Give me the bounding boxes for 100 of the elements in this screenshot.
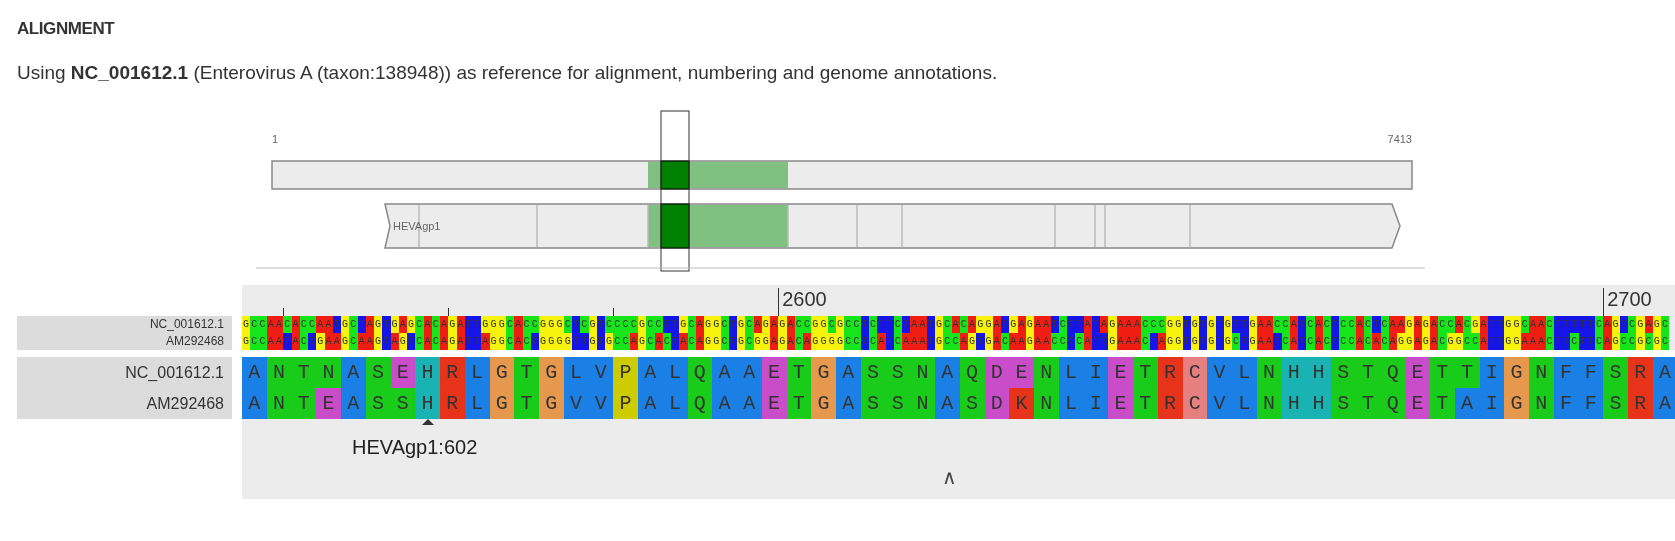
- residue-cell: P: [613, 388, 638, 419]
- nucleotide-cell: T: [1100, 333, 1109, 350]
- nucleotide-cell: T: [860, 316, 869, 333]
- nucleotide-cell: G: [1174, 333, 1183, 350]
- nucleotide-cell: T: [1553, 316, 1562, 333]
- nucleotide-cell: T: [596, 316, 605, 333]
- residue-cell: E: [761, 357, 787, 388]
- nucleotide-cell: C: [258, 333, 267, 350]
- nucleotide-cell: A: [423, 333, 432, 350]
- residue-cell: Q: [1380, 357, 1406, 388]
- nucleotide-cell: G: [1397, 333, 1406, 350]
- residue-cell: N: [316, 357, 341, 388]
- residue-cell: S: [1603, 357, 1628, 388]
- nucleotide-cell: A: [654, 333, 663, 350]
- nucleotide-cell: T: [1067, 316, 1076, 333]
- nucleotide-cell: A: [423, 316, 432, 333]
- nucleotide-cell: A: [456, 333, 465, 350]
- nucleotide-cell: G: [316, 333, 325, 350]
- residue-cell: T: [1355, 388, 1381, 419]
- residue-cell: L: [1232, 357, 1257, 388]
- nucleotide-cell: G: [1504, 333, 1513, 350]
- nucleotide-cell: C: [431, 333, 440, 350]
- residue-cell: P: [613, 357, 638, 388]
- nucleotide-cell: G: [497, 333, 506, 350]
- nucleotide-cell: T: [1331, 316, 1340, 333]
- nucleotide-cell: C: [1545, 333, 1554, 350]
- sequence-name: NC_001612.1: [125, 363, 224, 383]
- nucleotide-cell: A: [1133, 316, 1142, 333]
- nucleotide-cell: A: [1479, 333, 1488, 350]
- nucleotide-cell: C: [893, 333, 902, 350]
- ruler-tick: [448, 308, 450, 316]
- nucleotide-cell: A: [918, 333, 927, 350]
- residue-cell: L: [662, 388, 688, 419]
- position-label: 2600: [782, 288, 827, 310]
- nucleotide-cell: G: [811, 316, 820, 333]
- nucleotide-cell: T: [1496, 316, 1505, 333]
- nucleotide-cell: A: [324, 333, 333, 350]
- nucleotide-cell: T: [1215, 333, 1224, 350]
- nucleotide-cell: C: [844, 316, 853, 333]
- nucleotide-cell: A: [1124, 316, 1133, 333]
- nucleotide-cell: G: [1636, 333, 1645, 350]
- nucleotide-cell: A: [357, 333, 366, 350]
- residue-cell: L: [662, 357, 688, 388]
- nucleotide-cell: G: [679, 316, 688, 333]
- nucleotide-cell: A: [1256, 333, 1265, 350]
- residue-cell: G: [811, 388, 836, 419]
- position-label: 2700: [1607, 288, 1652, 310]
- residue-cell: S: [365, 388, 391, 419]
- nucleotide-cell: G: [1512, 316, 1521, 333]
- nucleotide-cell: A: [1124, 333, 1133, 350]
- residue-cell: K: [1009, 388, 1034, 419]
- nucleotide-cell: C: [1281, 316, 1290, 333]
- nucleotide-cell: C: [687, 316, 696, 333]
- nucleotide-cell: C: [1446, 316, 1455, 333]
- residue-cell: A: [341, 357, 366, 388]
- nucleotide-cell: A: [770, 333, 779, 350]
- nucleotide-cell: A: [1529, 333, 1538, 350]
- nucleotide-cell: G: [489, 316, 498, 333]
- ruler-tick: [613, 308, 615, 316]
- nucleotide-cell: G: [1611, 316, 1620, 333]
- nucleotide-cell: C: [1273, 316, 1282, 333]
- nucleotide-cell: A: [1042, 333, 1051, 350]
- expand-toggle[interactable]: ∧: [942, 465, 957, 489]
- residue-cell: T: [514, 388, 539, 419]
- nucleotide-cell: G: [1611, 333, 1620, 350]
- nucleotide-cell: G: [638, 333, 647, 350]
- nucleotide-cell: C: [646, 316, 655, 333]
- nucleotide-cell: C: [431, 316, 440, 333]
- nucleotide-cell: C: [1001, 333, 1010, 350]
- residue-cell: A: [341, 388, 366, 419]
- residue-cell: A: [638, 388, 663, 419]
- nucleotide-cell: G: [242, 333, 251, 350]
- nucleotide-cell: G: [1652, 333, 1661, 350]
- nucleotide-cell: C: [415, 316, 424, 333]
- nucleotide-cell: C: [299, 316, 308, 333]
- residue-cell: D: [984, 357, 1010, 388]
- residue-cell: T: [1454, 357, 1480, 388]
- nucleotide-cell: A: [365, 316, 374, 333]
- nucleotide-cell: A: [770, 316, 779, 333]
- nucleotide-cell: G: [1446, 333, 1455, 350]
- nucleotide-cell: A: [332, 333, 341, 350]
- nucleotide-cell: T: [1091, 333, 1100, 350]
- nucleotide-cell: A: [1644, 316, 1653, 333]
- nucleotide-cell: A: [1265, 333, 1274, 350]
- nucleotide-cell: C: [530, 316, 539, 333]
- section-heading: ALIGNMENT: [17, 18, 115, 40]
- nucleotide-cell: A: [481, 333, 490, 350]
- residue-cell: L: [563, 357, 589, 388]
- nucleotide-cell: T: [308, 333, 317, 350]
- residue-cell: T: [291, 388, 317, 419]
- nucleotide-cell: T: [572, 333, 581, 350]
- viewport-box[interactable]: [660, 110, 690, 272]
- nucleotide-cell: T: [530, 333, 539, 350]
- nucleotide-cell: G: [778, 316, 787, 333]
- residue-cell: H: [1281, 357, 1307, 388]
- nucleotide-cell: A: [951, 316, 960, 333]
- nucleotide-cell: A: [1355, 316, 1364, 333]
- nucleotide-cell: G: [984, 316, 993, 333]
- nucleotide-cell: C: [827, 316, 836, 333]
- nucleotide-cell: A: [1603, 316, 1612, 333]
